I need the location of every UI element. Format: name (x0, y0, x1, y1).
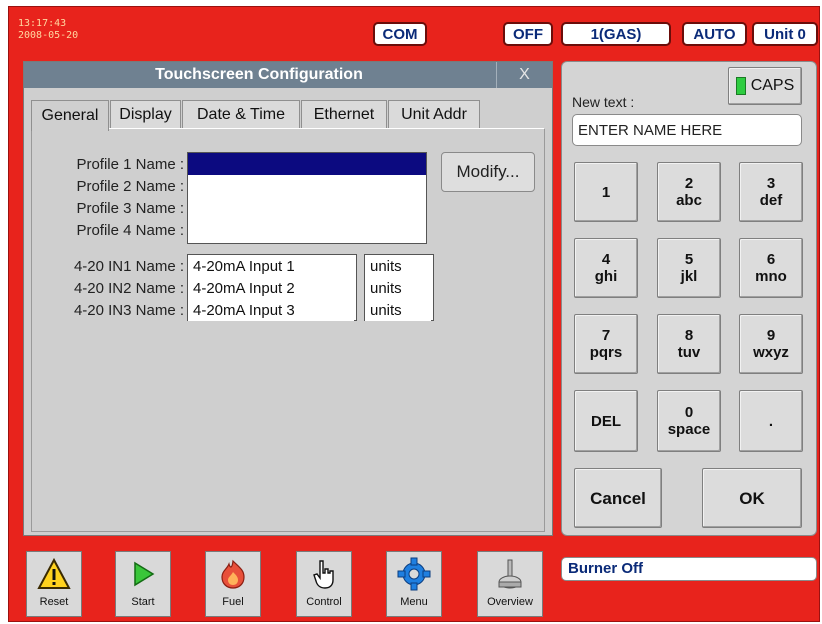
off-indicator[interactable]: OFF (503, 22, 553, 46)
menu-button[interactable]: Menu (386, 551, 442, 617)
key-dot[interactable]: . (739, 390, 803, 452)
clock-date: 2008-05-20 (18, 30, 79, 41)
dialog-title: Touchscreen Configuration (155, 66, 363, 83)
dialog-titlebar: Touchscreen Configuration X (24, 62, 552, 88)
reset-button[interactable]: Reset (26, 551, 82, 617)
in2-name-label: 4-20 IN2 Name : (73, 280, 184, 297)
in3-name-label: 4-20 IN3 Name : (73, 302, 184, 319)
key-3[interactable]: 3 def (739, 162, 803, 222)
in2-name-field[interactable]: 4-20mA Input 2 (188, 279, 354, 299)
fuel-label: Fuel (222, 596, 244, 608)
control-button[interactable]: Control (296, 551, 352, 617)
play-icon (126, 556, 160, 592)
clock-readout: 13:17:43 2008-05-20 (18, 18, 78, 42)
profile-1-label: Profile 1 Name : (76, 156, 184, 173)
com-indicator[interactable]: COM (373, 22, 427, 46)
start-label: Start (131, 596, 155, 608)
overview-label: Overview (487, 596, 533, 608)
fuel-selector[interactable]: 1(GAS) (561, 22, 671, 46)
tab-ethernet[interactable]: Ethernet (301, 100, 387, 128)
key-6[interactable]: 6 mno (739, 238, 803, 298)
in1-name-label: 4-20 IN1 Name : (73, 258, 184, 275)
hand-pointer-icon (307, 556, 341, 592)
start-button[interactable]: Start (115, 551, 171, 617)
ok-button[interactable]: OK (702, 468, 802, 528)
profile-3-label: Profile 3 Name : (76, 200, 184, 217)
in1-name-field[interactable]: 4-20mA Input 1 (188, 257, 354, 277)
in1-unit-field[interactable]: units (365, 257, 431, 277)
gear-icon (397, 556, 431, 592)
new-text-label: New text : (572, 94, 635, 110)
tab-date-time[interactable]: Date & Time (182, 100, 300, 128)
in3-unit-field[interactable]: units (365, 301, 431, 321)
profile-name-list[interactable] (187, 152, 427, 244)
reset-label: Reset (39, 596, 69, 608)
warning-icon (37, 556, 71, 592)
key-8[interactable]: 8 tuv (657, 314, 721, 374)
burner-icon (493, 556, 527, 592)
fuel-button[interactable]: Fuel (205, 551, 261, 617)
tab-unit-addr[interactable]: Unit Addr (388, 100, 480, 128)
key-9[interactable]: 9 wxyz (739, 314, 803, 374)
menu-label: Menu (400, 596, 428, 608)
tab-display[interactable]: Display (110, 100, 181, 128)
flame-icon (216, 556, 250, 592)
control-label: Control (306, 596, 342, 608)
key-1[interactable]: 1 (574, 162, 638, 222)
key-5[interactable]: 5 jkl (657, 238, 721, 298)
caps-button[interactable]: CAPS (728, 67, 802, 105)
unit-selector[interactable]: Unit 0 (752, 22, 818, 46)
caps-label: CAPS (750, 77, 795, 94)
profile-4-label: Profile 4 Name : (76, 222, 184, 239)
auto-mode-button[interactable]: AUTO (682, 22, 747, 46)
tab-general[interactable]: General (31, 100, 109, 131)
new-text-input[interactable]: ENTER NAME HERE (572, 114, 802, 146)
selected-profile-row[interactable] (188, 153, 426, 175)
profile-2-label: Profile 2 Name : (76, 178, 184, 195)
in3-name-field[interactable]: 4-20mA Input 3 (188, 301, 354, 321)
modify-button[interactable]: Modify... (441, 152, 535, 192)
status-text: Burner Off (561, 557, 817, 581)
cancel-button[interactable]: Cancel (574, 468, 662, 528)
overview-button[interactable]: Overview (477, 551, 543, 617)
key-4[interactable]: 4 ghi (574, 238, 638, 298)
clock-time: 13:17:43 (18, 18, 67, 29)
in2-unit-field[interactable]: units (365, 279, 431, 299)
caps-led-icon (735, 77, 746, 95)
close-icon[interactable]: X (496, 62, 552, 88)
key-7[interactable]: 7 pqrs (574, 314, 638, 374)
key-2[interactable]: 2 abc (657, 162, 721, 222)
key-del[interactable]: DEL (574, 390, 638, 452)
key-0[interactable]: 0 space (657, 390, 721, 452)
